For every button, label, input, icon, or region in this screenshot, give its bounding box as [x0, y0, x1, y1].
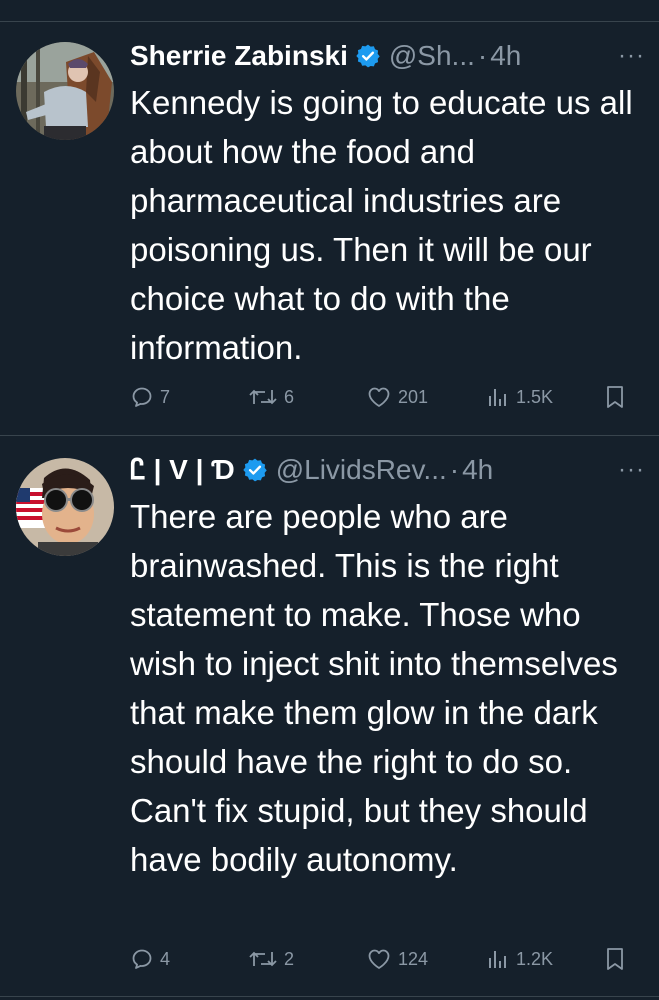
tweet-actions: 4 2 124 1.2K	[130, 944, 630, 974]
bookmark-button[interactable]	[604, 944, 626, 974]
repost-icon	[249, 951, 277, 967]
heart-icon	[368, 387, 390, 407]
more-dots-icon[interactable]: ···	[618, 38, 645, 74]
views-button[interactable]: 1.5K	[486, 382, 553, 412]
reply-button[interactable]: 4	[130, 944, 170, 974]
header-separator: ·	[449, 454, 460, 485]
bookmark-icon	[607, 948, 623, 970]
repost-icon	[249, 389, 277, 405]
tweet-timestamp[interactable]: 4h	[490, 38, 521, 74]
reply-icon	[132, 387, 152, 407]
verified-badge-icon	[355, 43, 381, 69]
repost-button[interactable]: 6	[248, 382, 294, 412]
views-chart-icon	[489, 389, 506, 406]
author-name[interactable]: Ꮭ | V | Ɗ	[130, 452, 235, 488]
reply-icon	[132, 949, 152, 969]
tweet-timestamp[interactable]: 4h	[462, 452, 493, 488]
author-name[interactable]: Sherrie Zabinski	[130, 38, 348, 74]
more-dots-icon[interactable]: ···	[618, 452, 645, 488]
like-count: 201	[398, 386, 429, 407]
top-divider	[0, 21, 659, 22]
reply-count: 7	[160, 386, 171, 407]
tweet-header: Ꮭ | V | Ɗ @LividsRev... · 4h ···	[130, 452, 645, 488]
tweet-text: There are people who are brainwashed. Th…	[130, 498, 618, 878]
author-handle[interactable]: @LividsRev...	[276, 452, 447, 488]
like-button[interactable]: 201	[366, 382, 428, 412]
bottom-divider	[0, 996, 659, 997]
author-avatar[interactable]	[16, 458, 114, 556]
author-handle[interactable]: @Sh...	[389, 38, 475, 74]
views-count: 1.2K	[516, 948, 554, 969]
tweet-text: Kennedy is going to educate us all about…	[130, 84, 633, 366]
header-separator: ·	[477, 40, 488, 71]
bookmark-button[interactable]	[604, 382, 626, 412]
reply-count: 4	[160, 948, 171, 969]
repost-count: 6	[284, 386, 295, 407]
views-button[interactable]: 1.2K	[486, 944, 553, 974]
repost-count: 2	[284, 948, 295, 969]
reply-button[interactable]: 7	[130, 382, 170, 412]
author-avatar[interactable]	[16, 42, 114, 140]
heart-icon	[368, 949, 390, 969]
repost-button[interactable]: 2	[248, 944, 294, 974]
views-count: 1.5K	[516, 386, 554, 407]
like-button[interactable]: 124	[366, 944, 428, 974]
tweet-divider	[0, 435, 659, 436]
tweet-actions: 7 6 201 1.5K	[130, 382, 630, 412]
like-count: 124	[398, 948, 429, 969]
tweet-header: Sherrie Zabinski @Sh... · 4h ···	[130, 38, 645, 74]
bookmark-icon	[607, 386, 623, 408]
views-chart-icon	[489, 951, 506, 968]
verified-badge-icon	[242, 457, 268, 483]
